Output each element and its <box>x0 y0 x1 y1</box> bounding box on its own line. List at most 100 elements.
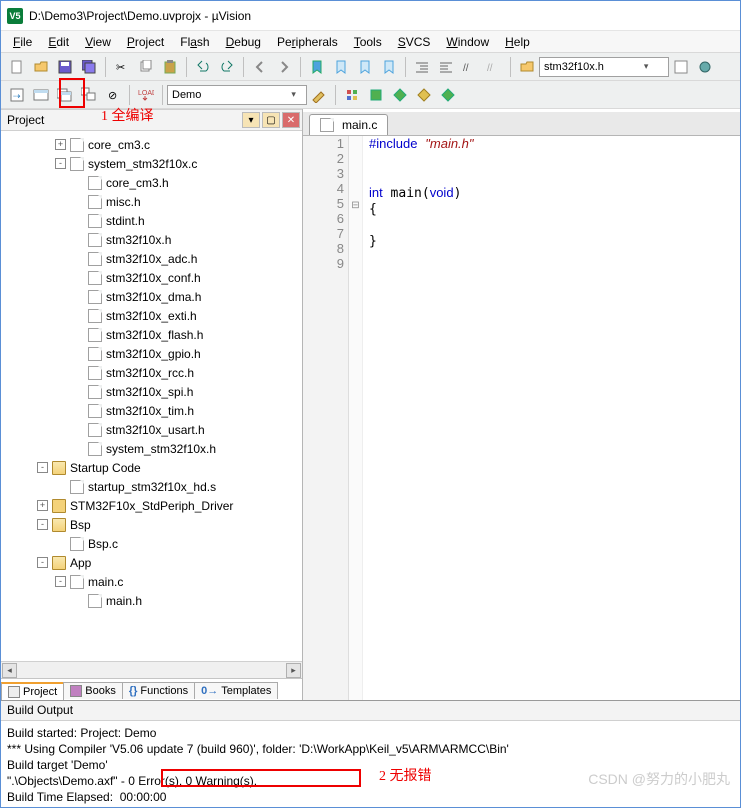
paste-icon[interactable] <box>159 56 181 78</box>
cut-icon[interactable]: ✂ <box>111 56 133 78</box>
expand-icon[interactable]: + <box>37 500 48 511</box>
pack-installer-icon[interactable] <box>389 84 411 106</box>
app-window: V5 D:\Demo3\Project\Demo.uvprojx - µVisi… <box>0 0 741 808</box>
panel-close-icon[interactable]: ✕ <box>282 112 300 128</box>
bookmark-clear-icon[interactable] <box>378 56 400 78</box>
menu-debug[interactable]: Debug <box>218 33 269 51</box>
file-icon <box>88 442 102 456</box>
scroll-right-icon[interactable]: ▸ <box>286 663 301 678</box>
tree-item-label: stm32f10x_usart.h <box>106 423 205 437</box>
tree-item[interactable]: +STM32F10x_StdPeriph_Driver <box>1 496 302 515</box>
tree-item[interactable]: stm32f10x_adc.h <box>1 249 302 268</box>
outdent-icon[interactable] <box>435 56 457 78</box>
redo-icon[interactable] <box>216 56 238 78</box>
forward-icon[interactable] <box>273 56 295 78</box>
target-combo[interactable]: Demo▾ <box>167 85 307 105</box>
project-tree[interactable]: +core_cm3.c-system_stm32f10x.ccore_cm3.h… <box>1 131 302 661</box>
tree-item[interactable]: stm32f10x_usart.h <box>1 420 302 439</box>
expand-icon[interactable]: + <box>55 139 66 150</box>
tree-item[interactable]: stm32f10x_exti.h <box>1 306 302 325</box>
menu-file[interactable]: File <box>5 33 40 51</box>
tab-books[interactable]: Books <box>63 682 123 699</box>
select-packs-icon[interactable] <box>365 84 387 106</box>
tree-item[interactable]: stm32f10x_conf.h <box>1 268 302 287</box>
tree-item[interactable]: Bsp.c <box>1 534 302 553</box>
rebuild-icon[interactable] <box>54 84 76 106</box>
options-icon[interactable] <box>694 56 716 78</box>
tree-item[interactable]: -main.c <box>1 572 302 591</box>
saveall-icon[interactable] <box>78 56 100 78</box>
menu-tools[interactable]: Tools <box>346 33 390 51</box>
manage-batch-icon[interactable] <box>437 84 459 106</box>
tree-item[interactable]: -Startup Code <box>1 458 302 477</box>
batch-build-icon[interactable] <box>78 84 100 106</box>
tree-item[interactable]: stm32f10x.h <box>1 230 302 249</box>
tree-item[interactable]: -App <box>1 553 302 572</box>
expand-icon[interactable]: - <box>55 576 66 587</box>
tree-item[interactable]: stm32f10x_dma.h <box>1 287 302 306</box>
bookmark-icon[interactable] <box>306 56 328 78</box>
scroll-left-icon[interactable]: ◂ <box>2 663 17 678</box>
back-icon[interactable] <box>249 56 271 78</box>
tree-item[interactable]: system_stm32f10x.h <box>1 439 302 458</box>
save-icon[interactable] <box>54 56 76 78</box>
tree-item[interactable]: stdint.h <box>1 211 302 230</box>
tree-item[interactable]: main.h <box>1 591 302 610</box>
panel-dropdown-icon[interactable]: ▾ <box>242 112 260 128</box>
svg-text:⊘: ⊘ <box>108 90 117 102</box>
tree-item[interactable]: stm32f10x_spi.h <box>1 382 302 401</box>
file-extension-icon[interactable] <box>670 56 692 78</box>
comment-icon[interactable]: // <box>459 56 481 78</box>
tree-item[interactable]: misc.h <box>1 192 302 211</box>
tree-item[interactable]: stm32f10x_flash.h <box>1 325 302 344</box>
download-icon[interactable]: LOAD <box>135 84 157 106</box>
expand-icon[interactable]: - <box>37 557 48 568</box>
indent-icon[interactable] <box>411 56 433 78</box>
tree-item[interactable]: stm32f10x_rcc.h <box>1 363 302 382</box>
bookmark-prev-icon[interactable] <box>354 56 376 78</box>
menu-svcs[interactable]: SVCS <box>390 33 439 51</box>
tab-project[interactable]: Project <box>1 682 64 700</box>
manage-books-icon[interactable] <box>413 84 435 106</box>
manage-rte-icon[interactable] <box>341 84 363 106</box>
menu-edit[interactable]: Edit <box>40 33 77 51</box>
tree-item-label: Bsp.c <box>88 537 118 551</box>
menu-view[interactable]: View <box>77 33 119 51</box>
undo-icon[interactable] <box>192 56 214 78</box>
tree-item[interactable]: -Bsp <box>1 515 302 534</box>
fold-gutter[interactable]: ⊟ <box>349 134 363 700</box>
uncomment-icon[interactable]: // <box>483 56 505 78</box>
tree-item[interactable]: -system_stm32f10x.c <box>1 154 302 173</box>
stop-build-icon[interactable]: ⊘ <box>102 84 124 106</box>
tree-item[interactable]: +core_cm3.c <box>1 135 302 154</box>
new-file-icon[interactable] <box>6 56 28 78</box>
tree-item[interactable]: stm32f10x_tim.h <box>1 401 302 420</box>
find-in-files-icon[interactable] <box>516 56 538 78</box>
code-editor[interactable]: 123456789 ⊟ #include "main.h" int main(v… <box>303 133 740 700</box>
expand-icon[interactable]: - <box>55 158 66 169</box>
bookmark-next-icon[interactable] <box>330 56 352 78</box>
menu-project[interactable]: Project <box>119 33 172 51</box>
find-combo[interactable]: stm32f10x.h▾ <box>539 57 669 77</box>
menu-peripherals[interactable]: Peripherals <box>269 33 346 51</box>
build-output-body[interactable]: Build started: Project: Demo *** Using C… <box>1 721 740 807</box>
expand-icon[interactable]: - <box>37 462 48 473</box>
tab-functions[interactable]: {}Functions <box>122 682 195 699</box>
tree-item[interactable]: startup_stm32f10x_hd.s <box>1 477 302 496</box>
code-content[interactable]: #include "main.h" int main(void) { } <box>363 134 740 700</box>
tree-item[interactable]: stm32f10x_gpio.h <box>1 344 302 363</box>
copy-icon[interactable] <box>135 56 157 78</box>
expand-icon[interactable]: - <box>37 519 48 530</box>
menu-help[interactable]: Help <box>497 33 538 51</box>
tree-scrollbar[interactable]: ◂ ▸ <box>1 661 302 678</box>
menu-window[interactable]: Window <box>438 33 497 51</box>
target-options-icon[interactable] <box>308 84 330 106</box>
editor-tab-main[interactable]: main.c <box>309 114 388 135</box>
build-icon[interactable] <box>30 84 52 106</box>
menu-flash[interactable]: Flash <box>172 33 217 51</box>
tree-item[interactable]: core_cm3.h <box>1 173 302 192</box>
panel-pin-icon[interactable]: ▢ <box>262 112 280 128</box>
translate-icon[interactable]: ⇢ <box>6 84 28 106</box>
open-icon[interactable] <box>30 56 52 78</box>
tab-templates[interactable]: 0→Templates <box>194 682 278 699</box>
